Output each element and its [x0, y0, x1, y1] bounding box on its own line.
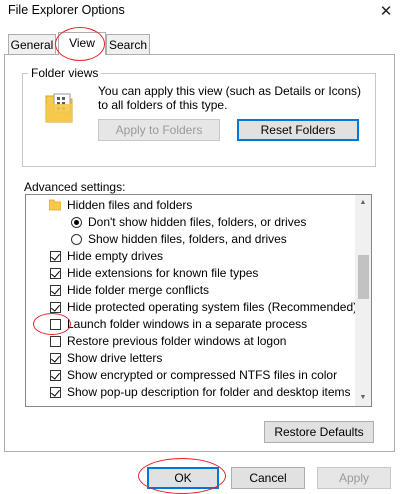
advanced-settings-list[interactable]: Hidden files and folders Don't show hidd… [25, 194, 372, 407]
tab-view[interactable]: View [58, 32, 106, 55]
checkbox-hide-protected-files[interactable] [50, 302, 61, 313]
list-item-label: Hidden files and folders [67, 198, 193, 212]
checkbox-restore-previous-windows[interactable] [50, 336, 61, 347]
checkbox-show-popup-description[interactable] [50, 387, 61, 398]
checkbox-launch-separate-process[interactable] [50, 319, 61, 330]
restore-defaults-button[interactable]: Restore Defaults [264, 421, 374, 443]
radio-dont-show-hidden[interactable] [71, 217, 82, 228]
tab-general[interactable]: General [8, 34, 56, 54]
window-title: File Explorer Options [8, 3, 125, 17]
checkbox-hide-merge-conflicts[interactable] [50, 285, 61, 296]
advanced-settings-label: Advanced settings: [24, 180, 126, 194]
apply-to-folders-button[interactable]: Apply to Folders [98, 119, 220, 141]
scrollbar-thumb[interactable] [358, 255, 369, 299]
apply-button[interactable]: Apply [317, 467, 391, 489]
scroll-down-icon[interactable]: ▼ [355, 391, 371, 405]
list-item-label: Hide extensions for known file types [67, 266, 259, 280]
list-item-label: Show drive letters [67, 351, 163, 365]
list-item-label: Launch folder windows in a separate proc… [67, 317, 308, 331]
folder-views-description: You can apply this view (such as Details… [98, 84, 362, 112]
title-bar: File Explorer Options ✕ [0, 0, 400, 26]
checkbox-show-drive-letters[interactable] [50, 353, 61, 364]
vertical-scrollbar[interactable] [355, 195, 371, 406]
list-item-label: Hide folder merge conflicts [67, 283, 210, 297]
list-item-label: Restore previous folder windows at logon [67, 334, 287, 348]
list-item-label: Don't show hidden files, folders, or dri… [88, 215, 307, 229]
tab-search[interactable]: Search [106, 34, 150, 54]
ok-button[interactable]: OK [147, 467, 219, 489]
list-item-label: Hide protected operating system files (R… [67, 300, 358, 314]
close-icon[interactable]: ✕ [372, 0, 400, 24]
scroll-up-icon[interactable]: ▲ [355, 196, 371, 210]
reset-folders-button[interactable]: Reset Folders [237, 119, 359, 141]
list-item-label: Show pop-up description for folder and d… [67, 385, 351, 399]
cancel-button[interactable]: Cancel [231, 467, 305, 489]
folder-icon [49, 199, 61, 211]
checkbox-hide-extensions[interactable] [50, 268, 61, 279]
list-item-label: Show hidden files, folders, and drives [88, 232, 287, 246]
list-item-label: Show encrypted or compressed NTFS files … [67, 368, 338, 382]
checkbox-hide-empty-drives[interactable] [50, 251, 61, 262]
checkbox-show-encrypted-color[interactable] [50, 370, 61, 381]
folder-view-icon [45, 93, 73, 123]
list-item-label: Hide empty drives [67, 249, 164, 263]
folder-views-label: Folder views [28, 66, 102, 80]
radio-show-hidden[interactable] [71, 234, 82, 245]
